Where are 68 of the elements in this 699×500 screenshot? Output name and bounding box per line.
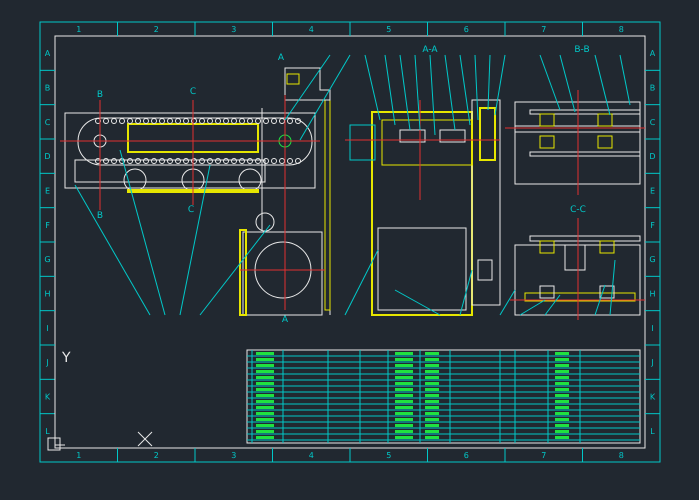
leader-line <box>540 54 560 110</box>
section-mark: C <box>190 87 196 97</box>
zone-number: 5 <box>386 25 392 34</box>
leader-line <box>344 250 378 316</box>
zone-number: 3 <box>231 25 236 34</box>
section-mark: A <box>282 315 288 325</box>
leader-line <box>488 54 490 110</box>
zone-letter: H <box>44 290 50 298</box>
zone-number: 6 <box>464 451 469 460</box>
leader-line <box>594 284 606 316</box>
leader-line <box>620 54 630 106</box>
zone-number: 6 <box>464 25 469 34</box>
zone-letter: F <box>45 220 50 230</box>
leader-line <box>560 54 576 112</box>
zone-letter: F <box>650 220 655 230</box>
zone-letter: K <box>44 392 50 402</box>
view-title: B-B <box>574 45 590 55</box>
zone-number: 7 <box>541 451 546 460</box>
zone-letter: D <box>649 152 656 162</box>
zone-letter: H <box>650 290 656 298</box>
zone-letter: I <box>651 324 654 333</box>
zone-letter: J <box>651 358 654 368</box>
view-title: A-A <box>422 45 438 55</box>
zone-letter: J <box>46 358 49 368</box>
zone-number: 1 <box>76 451 82 460</box>
zone-number: 8 <box>618 451 624 460</box>
section-mark: A <box>278 53 284 63</box>
leader-line <box>474 54 478 120</box>
y-axis-letter: Y <box>62 350 71 366</box>
zone-letter: B <box>44 84 50 92</box>
zone-number: 5 <box>386 451 392 460</box>
zone-letter: L <box>45 426 50 436</box>
zone-letter: E <box>650 186 656 196</box>
leader-line <box>610 260 616 316</box>
zone-number: 8 <box>618 25 624 34</box>
leader-line <box>500 290 516 316</box>
leader-line <box>460 270 472 316</box>
leader-line <box>494 54 506 116</box>
zone-letter: G <box>649 255 656 264</box>
zone-letter: L <box>650 426 655 436</box>
section-mark: C <box>188 205 194 215</box>
zone-number: 7 <box>541 25 546 34</box>
zone-letter: E <box>44 186 50 196</box>
zone-number: 4 <box>308 451 314 460</box>
section-mark: B <box>96 211 104 221</box>
zone-number: 2 <box>154 25 159 34</box>
zone-letter: C <box>44 118 50 127</box>
leader-line <box>394 290 440 316</box>
zone-number: 2 <box>154 451 159 460</box>
zone-letter: A <box>650 49 656 58</box>
leader-line <box>384 54 396 126</box>
view-title: C-C <box>570 205 586 215</box>
section-mark: B <box>96 90 104 100</box>
zone-letter: K <box>650 392 656 402</box>
leader-line <box>364 54 380 120</box>
zone-letter: G <box>44 255 51 264</box>
crosshair-cursor-icon <box>138 432 152 446</box>
zone-letter: A <box>44 49 50 58</box>
zone-number: 4 <box>308 25 314 34</box>
zone-letter: D <box>44 152 51 162</box>
zone-letter: B <box>650 84 656 92</box>
leader-line <box>284 54 330 120</box>
zone-number: 3 <box>231 451 236 460</box>
leader-line <box>594 54 610 116</box>
zone-letter: C <box>650 118 656 127</box>
leader-line <box>460 54 470 126</box>
zone-number: 1 <box>76 25 82 34</box>
zone-letter: I <box>46 324 49 333</box>
